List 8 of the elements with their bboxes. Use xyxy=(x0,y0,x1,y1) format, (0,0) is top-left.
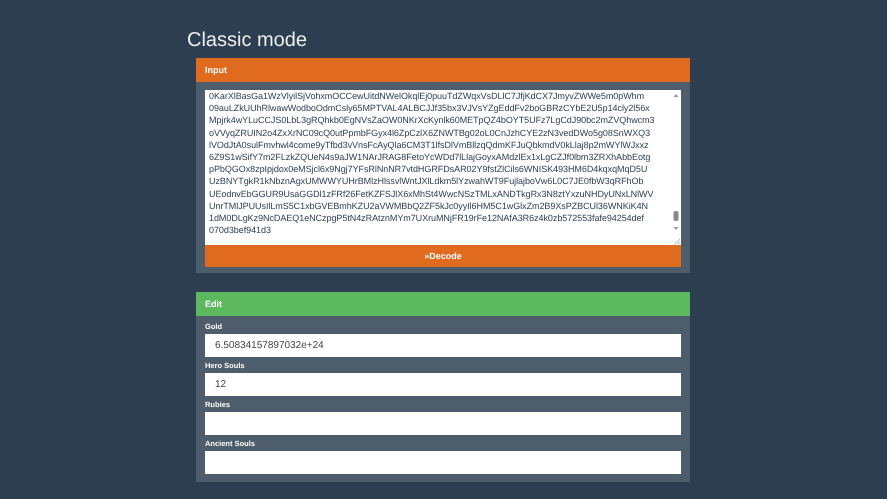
value-field[interactable]: 6.50834157897032e+24 xyxy=(205,334,681,357)
panel-header: Edit xyxy=(196,292,690,316)
value-field[interactable] xyxy=(205,412,681,435)
page-title: Classic mode xyxy=(187,28,308,52)
save-data-field[interactable]: 0KarXlBasGa1WzVlyilSjVohxmOCCewUitdNWelOkqlEj0puuTdZWqxVsDLlC7JfjKdCX7JmyvZWWe5m0pWhm 09auLZkUUhRlwawWodboOdmCsly65MPTVAL4ALBCJJf35bx3VJVsYZgEddFv2boGBRzCYbE2U5p14cly2l56x Mpjrk4wYLuCCJS0LbL3gRQhkb0EgNVsZaOW0NKrXcKynlk60METpQZ4bOYT5UFz7LgCdJ90bc2mZVQhwcm3 oVVyqZRUIN2o4ZxXrNC09cQ0utPpmbFGyx4l6ZpCzlX6ZNWTBg02oL0CnJzhCYE2zN3vedDWo5g08SnWXQ3 lVOdJtA0sulFmvhwl4come9yTfbd3vVnsFcAyQla6CM3T1lfsDlVmBllzqQdmKFJuQbkmdV0kLlaj8p2mWYlWJxxz 6Z9S1wSifY7m2FLzkZQUeN4s9aJW1NArJRAG8FetoYcWDd7lLlajGoyxAMdzlEx1xLgCZJf0lbm3ZRXhAbbEotg pPbQGOx8zpIpjdox0eMSjcl6x9Ngj7YFsRlNnNR7vtdHGRFDsAR02Y9fstZlCils6WNISK493HM6D4kqxqMqD5U UzBNYTgkR1kNbznAgxUMWWYUHrBMlzHlssvlWntJXlLdkm5lYzwahWT9FujlajboVw6L0C7JE0fbW3qRFhOb UEodnvEbGGUR9UsaGGDl1zFRf26FetKZFSJlX6xMhSt4WwcNSzTMLxANDTkgRx3N8ztYxzuNHDyUNxLNlWV UnrTMlJPUUsIlLmS5C1xbGVEBmhKZU2aVWMBbQ2ZF5kJc0yyIl6HM5C1wGlxZm2B9XsPZBCUl36WNKiK4N 1dM0DLgKz9NcDAEQ1eNCzpgP5tN4zRAtznMYm7UXruMNjFR19rFe12NAfA3R6z4k0zb572553fafe94254def 070d3bef941d3 xyxy=(205,90,681,245)
panel-header: Input xyxy=(196,58,690,82)
value-field[interactable]: 12 xyxy=(205,373,681,396)
value-field[interactable] xyxy=(205,451,681,474)
